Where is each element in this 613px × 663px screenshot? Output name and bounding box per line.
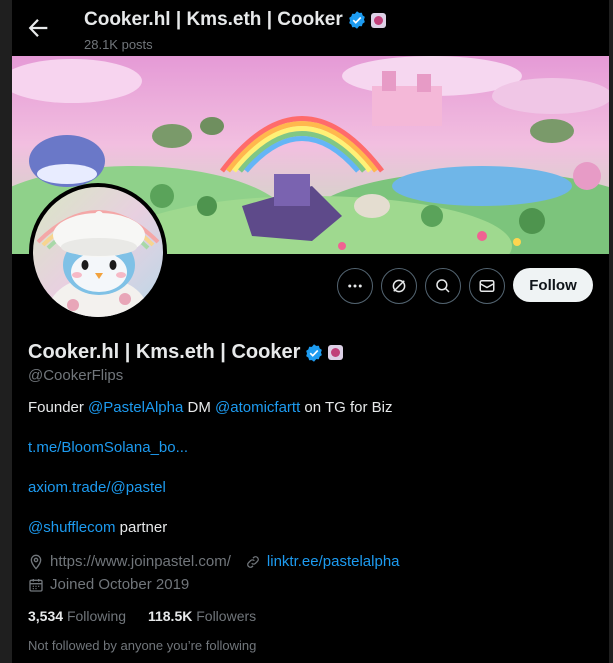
- follow-button[interactable]: Follow: [513, 268, 593, 302]
- grok-button[interactable]: [381, 268, 417, 304]
- profile-frame: Cooker.hl | Kms.eth | Cooker 28.1K posts: [12, 0, 609, 663]
- verified-badge-icon: [348, 11, 365, 29]
- bio-suffix: on TG for Biz: [300, 399, 393, 416]
- profile-website-link[interactable]: linktr.ee/pastelalpha: [267, 553, 400, 570]
- header-title-text: Cooker.hl | Kms.eth | Cooker: [84, 9, 343, 30]
- bio-mid: DM: [183, 399, 215, 416]
- bio-link-telegram[interactable]: t.me/BloomSolana_bo...: [28, 439, 188, 456]
- affiliate-badge-icon[interactable]: [328, 345, 344, 360]
- profile-links-row: https://www.joinpastel.com/ linktr.ee/pa…: [28, 553, 400, 570]
- link-icon: [247, 555, 259, 568]
- profile-name: Cooker.hl | Kms.eth | Cooker: [28, 341, 344, 364]
- verified-badge-icon[interactable]: [304, 343, 324, 363]
- profile-handle: @CookerFlips: [28, 367, 124, 384]
- bio-prefix: Founder: [28, 399, 89, 416]
- joined-date: Joined October 2019: [50, 576, 190, 593]
- following-label: Following: [66, 608, 127, 624]
- following-count: 3,534: [28, 608, 64, 624]
- followers-label: Followers: [196, 608, 257, 624]
- back-arrow-icon: [28, 19, 48, 37]
- joined-row: Joined October 2019: [28, 576, 189, 593]
- bio-link-axiom[interactable]: axiom.trade/@pastel: [28, 479, 166, 496]
- affiliate-badge-icon[interactable]: [370, 12, 386, 28]
- header-title: Cooker.hl | Kms.eth | Cooker: [84, 9, 386, 31]
- search-profile-button[interactable]: [425, 268, 461, 304]
- followers-count: 118.5K: [147, 608, 193, 624]
- bio-partner-suffix: partner: [115, 519, 168, 536]
- message-button[interactable]: [469, 268, 505, 304]
- avatar-image: [33, 187, 163, 317]
- back-button[interactable]: [24, 14, 52, 42]
- bio: Founder @PastelAlpha DM @atomicfartt on …: [28, 399, 393, 416]
- search-icon: [436, 279, 450, 293]
- bio-mention-atomicfartt[interactable]: @atomicfartt: [215, 399, 300, 416]
- bio-partner: @shufflecom partner: [28, 519, 167, 536]
- profile-name-text: Cooker.hl | Kms.eth | Cooker: [28, 341, 301, 363]
- profile-avatar[interactable]: [29, 183, 167, 321]
- followed-by-note: Not followed by anyone you’re following: [28, 638, 257, 653]
- followers-link[interactable]: 118.5K Followers: [148, 608, 256, 624]
- profile-location-url: https://www.joinpastel.com/: [50, 553, 231, 570]
- calendar-icon: [29, 578, 43, 592]
- more-icon: [348, 284, 362, 288]
- message-icon: [479, 280, 495, 292]
- bio-mention-shufflecom[interactable]: @shufflecom: [28, 519, 116, 536]
- following-link[interactable]: 3,534 Following: [28, 608, 126, 624]
- grok-icon: [392, 279, 406, 293]
- post-count: 28.1K posts: [84, 37, 153, 52]
- bio-mention-pastelalpha[interactable]: @PastelAlpha: [88, 399, 183, 416]
- location-icon: [30, 554, 42, 570]
- more-button[interactable]: [337, 268, 373, 304]
- follow-stats: 3,534 Following 118.5K Followers: [28, 608, 256, 624]
- top-bar: Cooker.hl | Kms.eth | Cooker 28.1K posts: [12, 0, 609, 56]
